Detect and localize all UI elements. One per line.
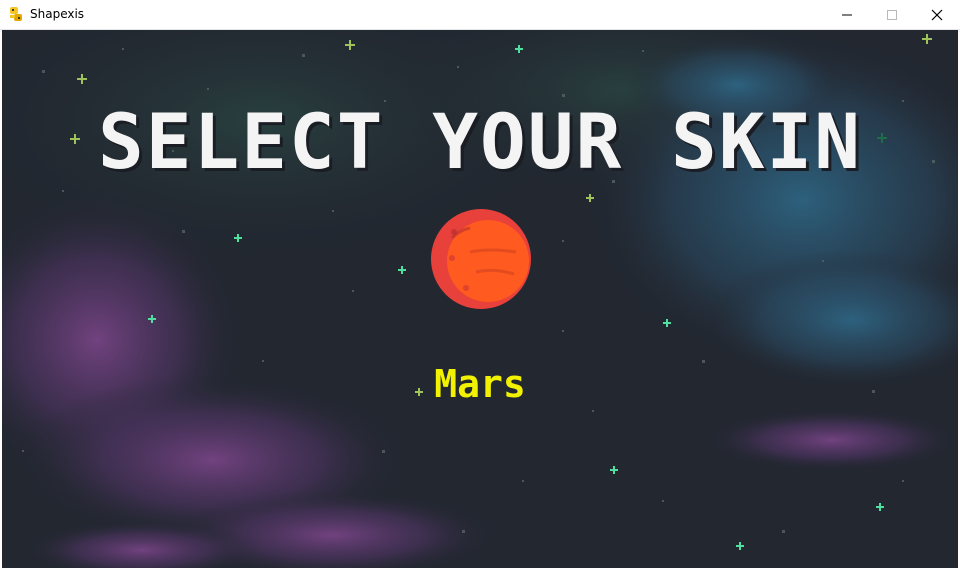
purple-nebula: [702, 408, 958, 472]
star: [876, 503, 884, 511]
window-title: Shapexis: [30, 7, 85, 21]
close-icon: [931, 9, 943, 21]
game-window: Shapexis SELECT YOUR SKIN Mars: [0, 0, 960, 570]
star: [610, 466, 618, 474]
python-snake-icon: [10, 7, 22, 21]
star: [922, 34, 932, 44]
minimize-icon: [842, 14, 852, 16]
maximize-button[interactable]: [869, 0, 915, 29]
select-skin-heading: SELECT YOUR SKIN: [97, 97, 863, 186]
maximize-icon: [887, 10, 897, 20]
minimize-button[interactable]: [824, 0, 870, 29]
title-bar[interactable]: Shapexis: [0, 0, 960, 30]
close-button[interactable]: [914, 0, 960, 29]
planet-icon[interactable]: [430, 208, 532, 310]
star: [736, 542, 744, 550]
game-canvas[interactable]: SELECT YOUR SKIN Mars: [2, 30, 958, 568]
skin-name-label: Mars: [434, 362, 526, 406]
star: [398, 266, 406, 274]
